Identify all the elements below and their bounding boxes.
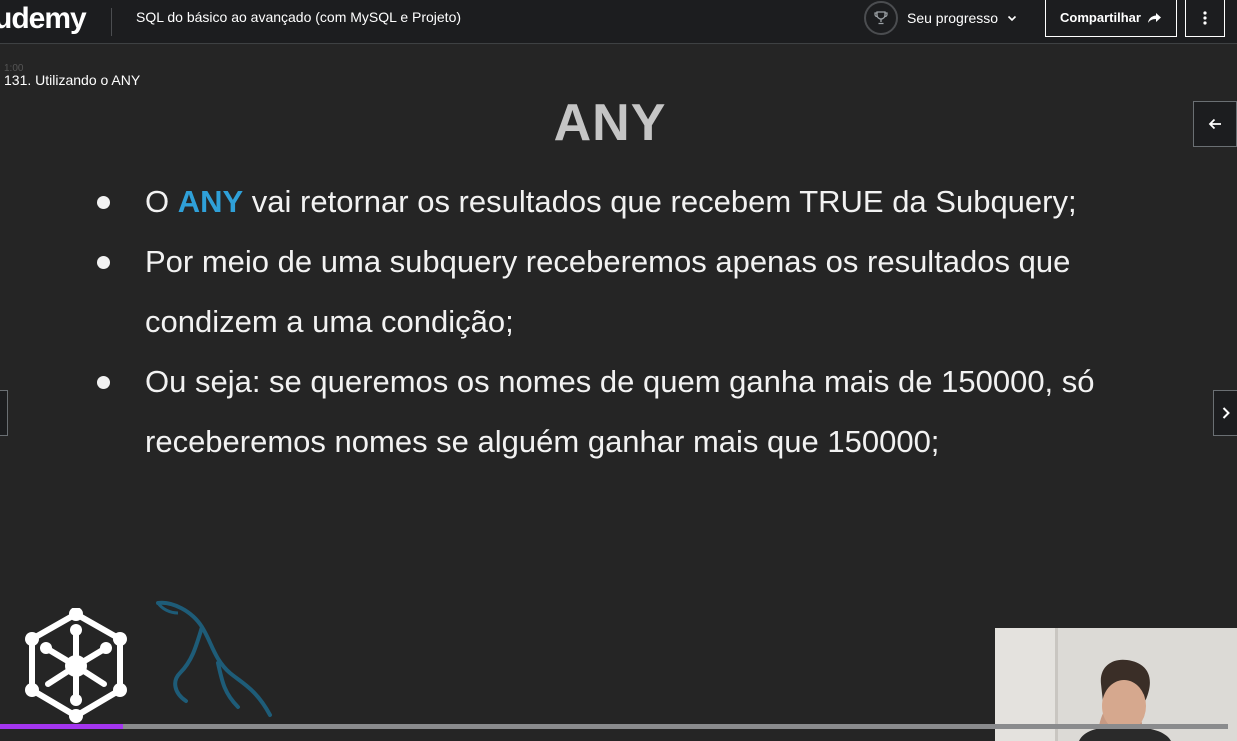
bullet-text: O (145, 184, 178, 219)
more-vertical-icon (1203, 10, 1207, 25)
udemy-logo[interactable]: udemy (0, 2, 87, 36)
bullet-text: Ou seja: se queremos os nomes de quem ga… (145, 364, 1095, 459)
progress-dropdown[interactable]: Seu progresso (864, 0, 1018, 36)
bullet-text: vai retornar os resultados que recebem T… (243, 184, 1077, 219)
slide-title: ANY (553, 94, 667, 152)
chevron-down-icon (1007, 15, 1017, 22)
chevron-right-icon (1222, 407, 1230, 419)
keyword-highlight: ANY (177, 184, 244, 219)
video-progress-bar[interactable] (0, 724, 1228, 729)
bullet-dot (97, 196, 110, 209)
slide-bullet: Por meio de uma subquery receberemos ape… (92, 232, 1152, 352)
slide-bullet-list: O ANY vai retornar os resultados que rec… (92, 172, 1152, 472)
mysql-dolphin-icon (156, 600, 272, 717)
network-cube-logo (25, 608, 127, 723)
slide-bullet: Ou seja: se queremos os nomes de quem ga… (92, 352, 1152, 472)
next-lecture-button[interactable] (1213, 390, 1237, 436)
previous-lecture-button[interactable] (0, 390, 8, 436)
bullet-dot (97, 256, 110, 269)
arrow-left-icon (1208, 118, 1221, 130)
share-arrow-icon (1147, 12, 1161, 23)
bullet-dot (97, 376, 110, 389)
lecture-title: 131. Utilizando o ANY (4, 72, 141, 88)
slide-bullet: O ANY vai retornar os resultados que rec… (92, 172, 1152, 232)
collapse-sidebar-button[interactable] (1193, 101, 1237, 147)
video-progress-fill (0, 724, 123, 729)
share-button[interactable]: Compartilhar (1045, 0, 1177, 37)
course-title[interactable]: SQL do básico ao avançado (com MySQL e P… (136, 9, 461, 25)
trophy-icon (864, 1, 898, 35)
top-navbar: udemy SQL do básico ao avançado (com MyS… (0, 0, 1237, 44)
header-divider (111, 8, 112, 36)
bullet-text: Por meio de uma subquery receberemos ape… (145, 244, 1071, 339)
progress-label: Seu progresso (907, 10, 999, 26)
more-options-button[interactable] (1185, 0, 1225, 37)
video-player[interactable]: 1:00 131. Utilizando o ANY ANY O ANY vai… (0, 45, 1237, 741)
share-label: Compartilhar (1060, 10, 1141, 25)
